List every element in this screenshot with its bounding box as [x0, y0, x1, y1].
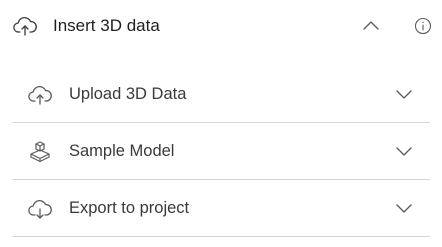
chevron-down-icon[interactable] [393, 197, 415, 219]
panel-header[interactable]: Insert 3D data [0, 0, 442, 52]
export-to-project-label: Export to project [69, 199, 190, 217]
divider [13, 236, 430, 237]
cloud-download-icon [27, 196, 53, 222]
cube-stack-icon [27, 139, 53, 165]
insert-3d-data-panel: Insert 3D data Upload 3D Data Sample Mod… [0, 0, 442, 247]
chevron-up-icon[interactable] [359, 14, 383, 38]
sample-model-label: Sample Model [69, 142, 175, 160]
cloud-upload-icon [27, 82, 53, 108]
chevron-down-icon[interactable] [393, 140, 415, 162]
chevron-down-icon[interactable] [393, 83, 415, 105]
upload-3d-data-item[interactable]: Upload 3D Data [13, 66, 430, 122]
upload-3d-data-label: Upload 3D Data [69, 85, 187, 103]
info-icon[interactable] [414, 17, 432, 35]
cloud-upload-icon [12, 13, 38, 39]
panel-title: Insert 3D data [53, 16, 160, 35]
export-to-project-item[interactable]: Export to project [13, 180, 430, 236]
sample-model-item[interactable]: Sample Model [13, 123, 430, 179]
